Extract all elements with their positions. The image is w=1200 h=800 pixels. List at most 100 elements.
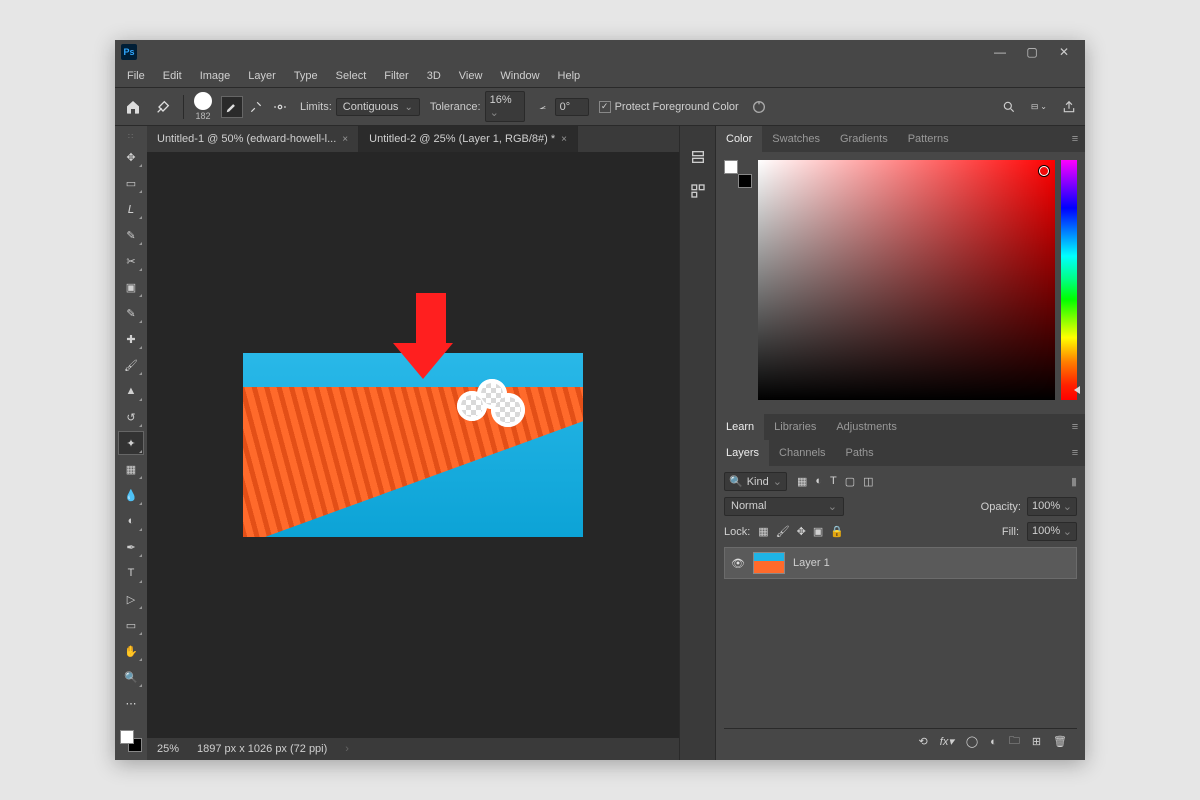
filter-pixel-icon[interactable]: ▦ [797, 475, 807, 488]
toolbar-grip[interactable]: ∷ [128, 132, 134, 141]
adjustment-icon[interactable]: ◐ [990, 736, 997, 748]
tab-libraries[interactable]: Libraries [764, 414, 826, 440]
filter-toggle-icon[interactable]: ▮ [1071, 475, 1077, 488]
quick-select-tool[interactable]: ✎ [118, 223, 144, 247]
search-icon[interactable] [1001, 99, 1017, 115]
tab-gradients[interactable]: Gradients [830, 126, 898, 152]
blend-mode-select[interactable]: Normal⌄ [724, 497, 844, 516]
hue-slider[interactable] [1061, 160, 1077, 400]
tolerance-input[interactable]: 16% ⌄ [485, 91, 525, 122]
panel-menu-icon[interactable]: ≡ [1065, 440, 1085, 466]
dodge-tool[interactable]: ◐ [118, 509, 144, 533]
menu-type[interactable]: Type [286, 67, 326, 85]
hand-tool[interactable]: ✋ [118, 639, 144, 663]
lock-transparency-icon[interactable]: ▦ [758, 525, 768, 538]
gradient-tool[interactable]: ▦ [118, 457, 144, 481]
menu-window[interactable]: Window [492, 67, 547, 85]
panel-menu-icon[interactable]: ≡ [1065, 414, 1085, 440]
marquee-tool[interactable]: ▭ [118, 171, 144, 195]
filter-smart-icon[interactable]: ◫ [863, 475, 873, 488]
lock-pixels-icon[interactable]: 🖌 [776, 525, 790, 538]
color-swatches[interactable] [118, 728, 144, 754]
fx-icon[interactable]: fx▾ [940, 735, 954, 748]
workspace-icon[interactable]: ⌄ [1031, 99, 1047, 115]
stamp-tool[interactable]: ▲ [118, 379, 144, 403]
brush-panel-icon[interactable] [246, 97, 266, 117]
tab-learn[interactable]: Learn [716, 414, 764, 440]
move-tool[interactable]: ✥ [118, 145, 144, 169]
history-panel-icon[interactable] [687, 146, 709, 168]
eyedropper-tool[interactable]: ✎ [118, 301, 144, 325]
color-field[interactable] [758, 160, 1055, 400]
maximize-button[interactable]: ▢ [1017, 43, 1047, 61]
document-tab-2[interactable]: Untitled-2 @ 25% (Layer 1, RGB/8#) *× [359, 126, 578, 152]
menu-view[interactable]: View [451, 67, 491, 85]
brush-angle-icon[interactable] [270, 97, 290, 117]
share-icon[interactable] [1061, 99, 1077, 115]
color-cursor[interactable] [1039, 166, 1049, 176]
panel-menu-icon[interactable]: ≡ [1065, 126, 1085, 152]
layer-filter-kind[interactable]: 🔍Kind⌄ [724, 472, 787, 491]
menu-help[interactable]: Help [550, 67, 589, 85]
properties-panel-icon[interactable] [687, 180, 709, 202]
path-select-tool[interactable]: ▷ [118, 587, 144, 611]
hue-cursor[interactable] [1074, 386, 1080, 394]
brush-tool[interactable]: 🖌 [118, 353, 144, 377]
tab-swatches[interactable]: Swatches [762, 126, 830, 152]
tab-paths[interactable]: Paths [836, 440, 884, 466]
lock-all-icon[interactable]: 🔒 [830, 525, 844, 538]
layer-thumbnail[interactable] [753, 552, 785, 574]
menu-3d[interactable]: 3D [419, 67, 449, 85]
background-eraser-tool[interactable]: ✦ [118, 431, 144, 455]
home-icon[interactable] [123, 97, 143, 117]
document-tab-1[interactable]: Untitled-1 @ 50% (edward-howell-l...× [147, 126, 359, 152]
zoom-value[interactable]: 25% [157, 743, 179, 755]
close-button[interactable]: ✕ [1049, 43, 1079, 61]
pressure-icon[interactable] [749, 97, 769, 117]
fill-input[interactable]: 100%⌄ [1027, 522, 1077, 541]
tab-patterns[interactable]: Patterns [898, 126, 959, 152]
tab-color[interactable]: Color [716, 126, 762, 152]
pen-tool[interactable]: ✒ [118, 535, 144, 559]
link-layers-icon[interactable]: ⟲ [919, 735, 928, 748]
limits-select[interactable]: Contiguous [336, 98, 420, 116]
brush-settings-icon[interactable] [222, 97, 242, 117]
close-tab-icon[interactable]: × [342, 134, 348, 145]
crop-tool[interactable]: ✂ [118, 249, 144, 273]
foreground-color[interactable] [120, 730, 134, 744]
history-brush-tool[interactable]: ↺ [118, 405, 144, 429]
menu-file[interactable]: File [119, 67, 153, 85]
tool-preset-icon[interactable] [153, 97, 173, 117]
panel-color-swatches[interactable] [724, 160, 752, 188]
filter-type-icon[interactable]: T [830, 475, 837, 488]
group-icon[interactable]: 🗀 [1009, 732, 1020, 751]
healing-tool[interactable]: ✚ [118, 327, 144, 351]
menu-edit[interactable]: Edit [155, 67, 190, 85]
lock-artboard-icon[interactable]: ▣ [813, 525, 823, 538]
minimize-button[interactable]: — [985, 43, 1015, 61]
tab-channels[interactable]: Channels [769, 440, 835, 466]
tab-layers[interactable]: Layers [716, 440, 769, 466]
frame-tool[interactable]: ▣ [118, 275, 144, 299]
blur-tool[interactable]: 💧 [118, 483, 144, 507]
brush-preview[interactable]: 182 [194, 92, 212, 121]
trash-icon[interactable]: 🗑 [1053, 735, 1067, 748]
filter-adjust-icon[interactable]: ◐ [815, 475, 822, 488]
opacity-input[interactable]: 100%⌄ [1027, 497, 1077, 516]
panel-fg-color[interactable] [724, 160, 738, 174]
tab-adjustments[interactable]: Adjustments [826, 414, 907, 440]
lock-position-icon[interactable]: ✥ [797, 525, 806, 538]
zoom-tool[interactable]: 🔍 [118, 665, 144, 689]
shape-tool[interactable]: ▭ [118, 613, 144, 637]
menu-image[interactable]: Image [192, 67, 239, 85]
new-layer-icon[interactable]: ⊞ [1032, 735, 1041, 748]
filter-shape-icon[interactable]: ▢ [845, 475, 855, 488]
type-tool[interactable]: T [118, 561, 144, 585]
menu-select[interactable]: Select [328, 67, 375, 85]
menu-filter[interactable]: Filter [376, 67, 416, 85]
angle-input[interactable]: 0° [555, 98, 589, 116]
close-tab-icon[interactable]: × [561, 134, 567, 145]
edit-toolbar-icon[interactable]: ⋯ [118, 691, 144, 715]
canvas[interactable] [147, 152, 679, 738]
mask-icon[interactable]: ◯ [966, 735, 978, 748]
